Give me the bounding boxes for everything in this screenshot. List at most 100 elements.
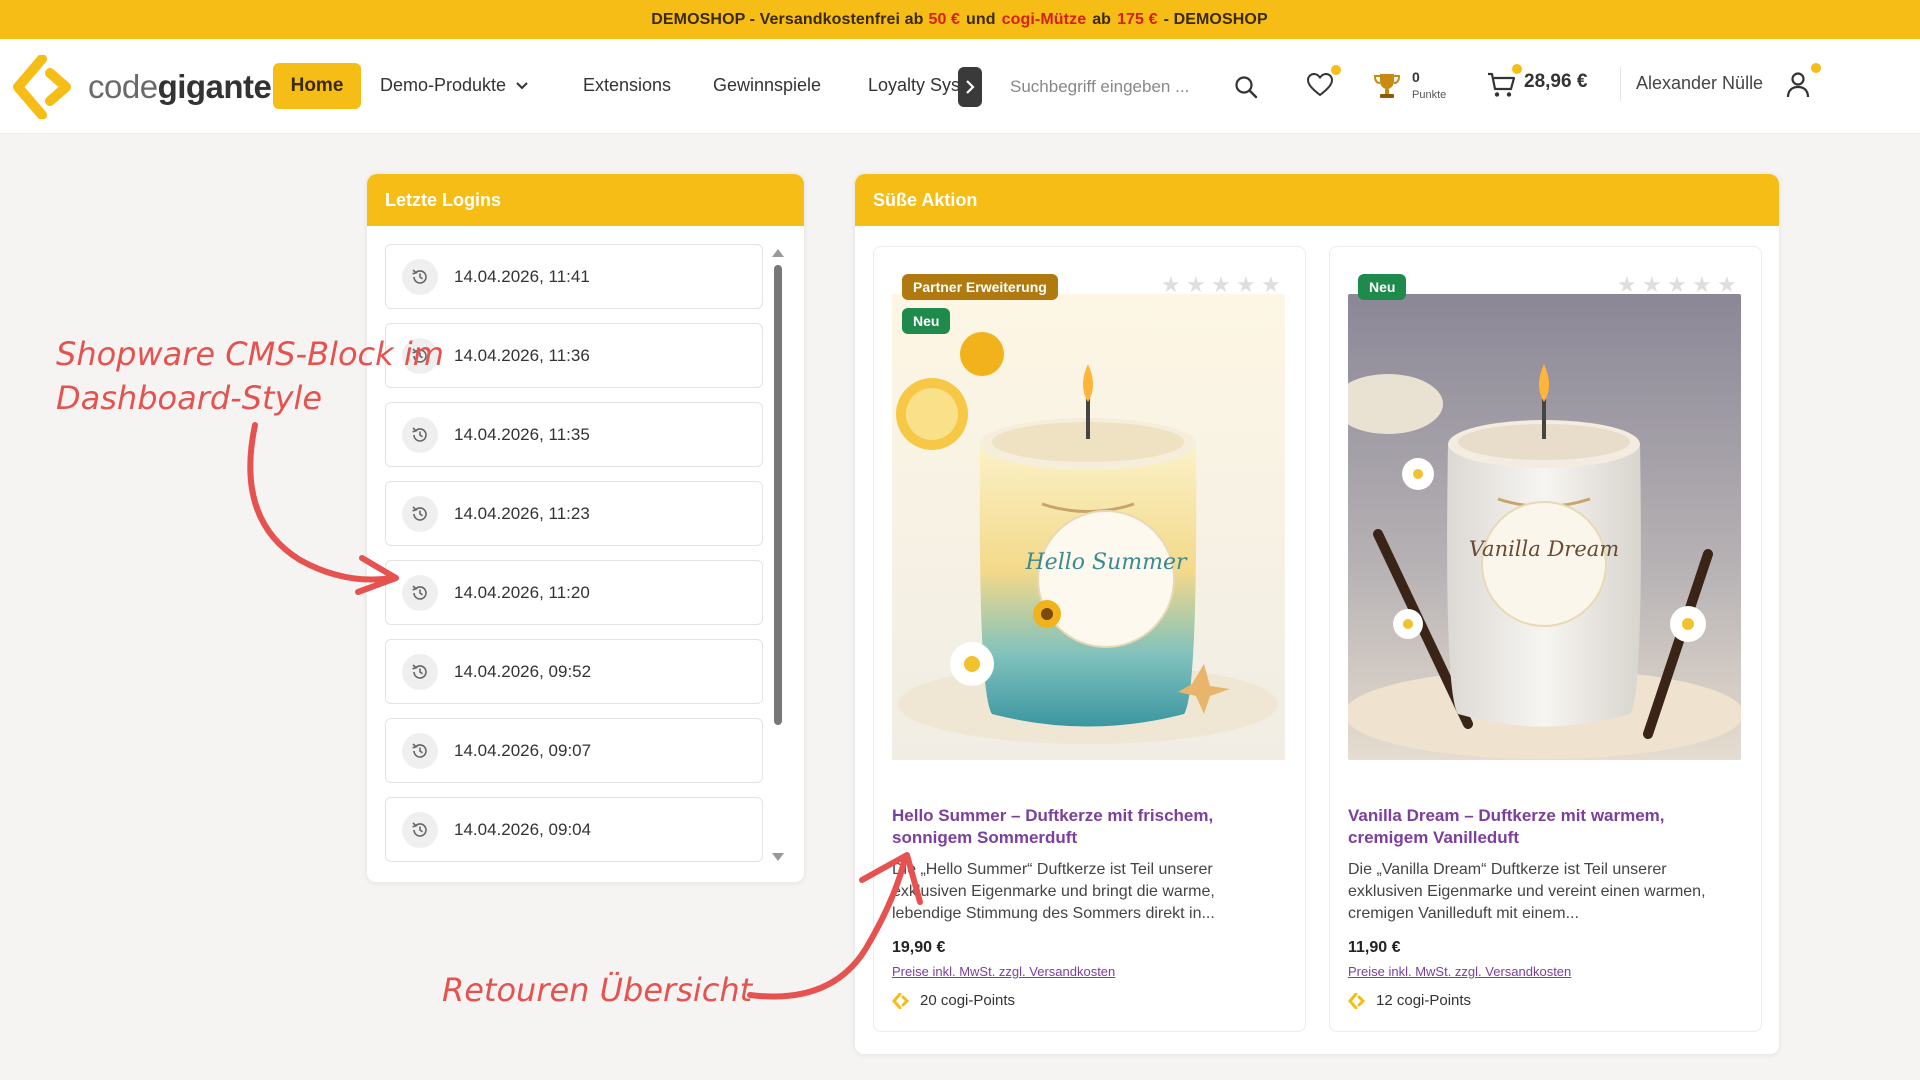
tax-shipping-link[interactable]: Preise inkl. MwSt. zzgl. Versandkosten [1348, 964, 1571, 979]
search-icon[interactable] [1234, 75, 1258, 99]
product-image-hello-summer[interactable]: Hello Summer [892, 294, 1285, 760]
login-time: 14.04.2026, 11:20 [454, 582, 590, 602]
star-icon: ★ [1717, 272, 1737, 297]
login-row: 14.04.2026, 09:07 [385, 718, 763, 783]
cart-total[interactable]: 28,96 € [1524, 71, 1587, 93]
rating-stars: ★ ★ ★ ★ ★ [1161, 272, 1281, 297]
history-icon [402, 574, 438, 611]
login-time: 14.04.2026, 11:23 [454, 503, 590, 523]
sweet-promo-title: Süße Aktion [855, 174, 1779, 226]
nav-home[interactable]: Home [273, 63, 361, 109]
candle-label-hello: Hello Summer [1024, 550, 1187, 575]
star-icon: ★ [1161, 272, 1181, 297]
star-icon: ★ [1642, 272, 1662, 297]
logo-mark-icon [13, 55, 71, 119]
promo-banner: DEMOSHOP - Versandkostenfrei ab 50 € und… [0, 0, 1920, 39]
nav-extensions[interactable]: Extensions [583, 75, 671, 96]
cart-icon[interactable] [1486, 71, 1516, 99]
login-time: 14.04.2026, 11:36 [454, 345, 590, 365]
banner-item: cogi-Mütze [1001, 10, 1087, 28]
login-row: 14.04.2026, 11:23 [385, 481, 763, 546]
user-dot [1811, 63, 1821, 73]
trophy-icon[interactable] [1372, 71, 1402, 101]
history-icon [402, 811, 438, 848]
star-icon: ★ [1261, 272, 1281, 297]
banner-text-2: und [966, 10, 996, 28]
search-input[interactable] [1010, 67, 1222, 107]
cogi-points-icon [1348, 992, 1366, 1009]
login-time: 14.04.2026, 09:52 [454, 661, 592, 681]
annotation-cms-line1: Shopware CMS-Block im [56, 335, 444, 373]
nav-scroll-right-button[interactable] [958, 67, 982, 107]
login-time: 14.04.2026, 09:04 [454, 819, 592, 839]
banner-text-4: - DEMOSHOP [1163, 10, 1268, 28]
product-title[interactable]: Hello Summer – Duftkerze mit frischem, s… [892, 805, 1282, 849]
nav-demo-produkte[interactable]: Demo-Produkte [380, 75, 529, 96]
login-row: 14.04.2026, 09:04 [385, 797, 763, 862]
candle-image: Vanilla Dream [1348, 294, 1741, 760]
product-price: 11,90 € [1348, 939, 1401, 956]
nav-loyalty[interactable]: Loyalty System [868, 75, 960, 96]
star-icon: ★ [1236, 272, 1256, 297]
history-icon [402, 732, 438, 769]
star-icon: ★ [1186, 272, 1206, 297]
product-points-label: 20 cogi-Points [920, 992, 1016, 1009]
banner-amount-1: 50 € [928, 10, 961, 28]
last-logins-card: Letzte Logins 14.04.2026, 11:41 14.04.202… [366, 173, 805, 883]
login-row: 14.04.2026, 09:52 [385, 639, 763, 704]
annotation-returns: Retouren Übersicht [442, 971, 753, 1009]
sweet-promo-card: Süße Aktion Hello Summer Partner Erweite… [854, 173, 1780, 1055]
rating-stars: ★ ★ ★ ★ ★ [1617, 272, 1737, 297]
annotation-cms-line2: Dashboard-Style [56, 379, 323, 417]
candle-image: Hello Summer [892, 294, 1285, 760]
product-points-label: 12 cogi-Points [1376, 992, 1472, 1009]
user-name[interactable]: Alexander Nülle [1636, 73, 1763, 94]
star-icon: ★ [1617, 272, 1637, 297]
points-value: 0 [1412, 69, 1420, 85]
star-icon: ★ [1667, 272, 1687, 297]
product-description: Die „Hello Summer“ Duftkerze ist Teil un… [892, 861, 1215, 922]
star-icon: ★ [1211, 272, 1231, 297]
login-time: 14.04.2026, 11:35 [454, 424, 590, 444]
login-scrollbar[interactable] [771, 249, 785, 861]
scroll-thumb[interactable] [774, 265, 782, 725]
scroll-up-icon[interactable] [772, 249, 784, 257]
login-time: 14.04.2026, 11:41 [454, 266, 590, 286]
site-logo[interactable]: codegiganten [12, 55, 292, 119]
product-card-hello-summer[interactable]: Hello Summer Partner Erweiterung Neu ★ ★… [873, 246, 1306, 1032]
product-price: 19,90 € [892, 939, 946, 956]
login-row: 14.04.2026, 11:41 [385, 244, 763, 309]
history-icon [402, 495, 438, 532]
badge-new: Neu [902, 308, 951, 334]
badge-partner-extension: Partner Erweiterung [902, 274, 1058, 300]
product-points: 20 cogi-Points [892, 992, 1015, 1009]
login-row: 14.04.2026, 11:20 [385, 560, 763, 625]
heart-icon[interactable] [1306, 72, 1334, 98]
annotation-cms-block: Shopware CMS-Block im Dashboard-Style [56, 332, 444, 420]
cart-dot [1512, 64, 1522, 74]
history-icon [402, 258, 438, 295]
header-divider [1620, 67, 1621, 101]
product-image-vanilla-dream[interactable]: Vanilla Dream [1348, 294, 1741, 760]
chevron-down-icon [516, 82, 528, 90]
login-time: 14.04.2026, 09:07 [454, 740, 592, 760]
candle-label-vanilla: Vanilla Dream [1469, 537, 1619, 561]
user-icon[interactable] [1786, 71, 1810, 99]
banner-text-3: ab [1092, 10, 1112, 28]
tax-shipping-link[interactable]: Preise inkl. MwSt. zzgl. Versandkosten [892, 964, 1115, 979]
product-points: 12 cogi-Points [1348, 992, 1471, 1009]
product-description: Die „Vanilla Dream“ Duftkerze ist Teil u… [1348, 861, 1706, 922]
last-logins-title: Letzte Logins [367, 174, 804, 226]
product-title[interactable]: Vanilla Dream – Duftkerze mit warmem, cr… [1348, 805, 1738, 849]
product-card-vanilla-dream[interactable]: Vanilla Dream Neu ★ ★ ★ ★ ★ Vanilla Drea… [1329, 246, 1762, 1032]
logo-text: codegiganten [88, 68, 292, 105]
banner-amount-2: 175 € [1117, 10, 1158, 28]
history-icon [402, 653, 438, 690]
points-label: Punkte [1412, 89, 1447, 101]
star-icon: ★ [1692, 272, 1712, 297]
scroll-down-icon[interactable] [772, 853, 784, 861]
history-icon [402, 416, 438, 453]
site-header: codegiganten Home Demo-Produkte Extensio… [0, 39, 1920, 134]
nav-demo-produkte-label: Demo-Produkte [380, 75, 507, 95]
nav-gewinnspiele[interactable]: Gewinnspiele [713, 75, 821, 96]
